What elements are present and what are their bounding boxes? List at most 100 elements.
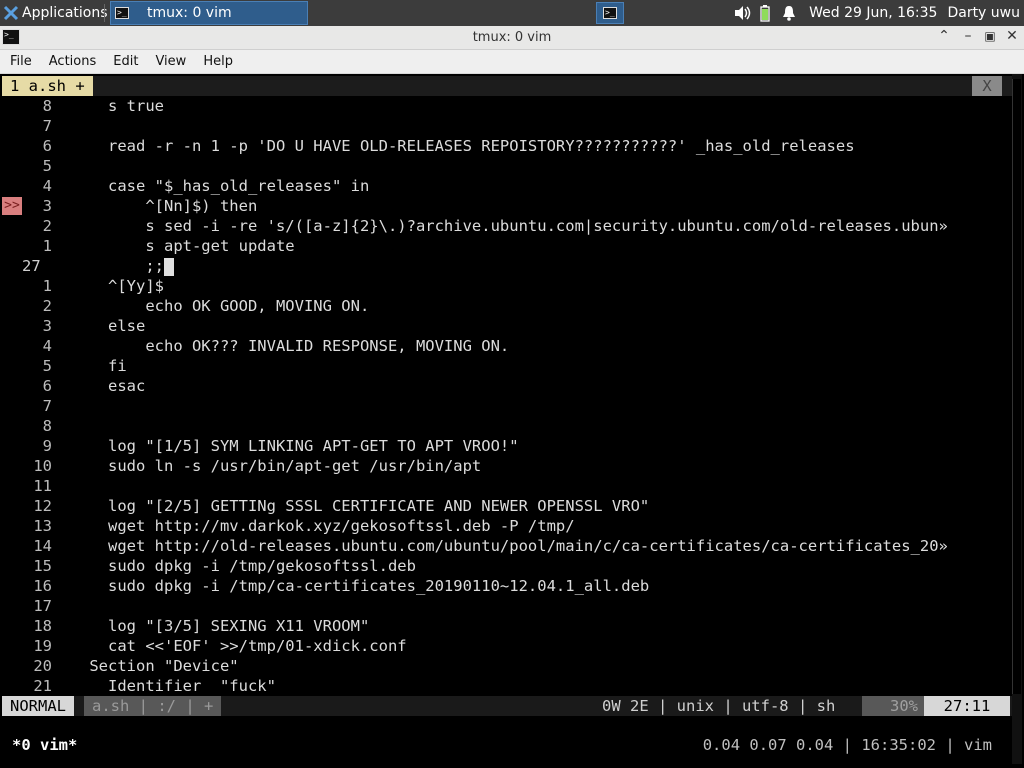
- line-number: 17: [33, 597, 52, 615]
- code-line[interactable]: 19 cat <<'EOF' >>/tmp/01-xdick.conf: [2, 636, 407, 656]
- minimize-button[interactable]: –: [958, 28, 978, 44]
- line-number: 7: [42, 117, 52, 135]
- applications-menu[interactable]: Applications: [0, 0, 108, 26]
- vim-filename: a.sh | :/ | +: [84, 696, 222, 716]
- line-text: echo OK??? INVALID RESPONSE, MOVING ON.: [52, 337, 510, 355]
- line-text: else: [52, 317, 146, 335]
- user-menu[interactable]: Darty uwu: [947, 5, 1020, 21]
- code-line[interactable]: 10 sudo ln -s /usr/bin/apt-get /usr/bin/…: [2, 456, 481, 476]
- code-line[interactable]: 6 read -r -n 1 -p 'DO U HAVE OLD-RELEASE…: [2, 136, 855, 156]
- code-line[interactable]: 8 s true: [2, 96, 164, 116]
- window-title: tmux: 0 vim: [472, 30, 552, 45]
- code-line[interactable]: 27 ;;: [2, 256, 174, 276]
- menu-help[interactable]: Help: [193, 54, 240, 69]
- line-number: 2: [42, 297, 52, 315]
- menu-actions[interactable]: Actions: [39, 54, 104, 69]
- terminal-scrollbar[interactable]: [1012, 74, 1022, 764]
- line-text: ^[Nn]$) then: [52, 197, 258, 215]
- code-line[interactable]: 11: [2, 476, 71, 496]
- line-number: 5: [42, 357, 52, 375]
- code-line[interactable]: 2 echo OK GOOD, MOVING ON.: [2, 296, 370, 316]
- text-cursor: [163, 257, 174, 276]
- clock[interactable]: Wed 29 Jun, 16:35: [809, 5, 937, 21]
- vim-tabline: 1 a.sh + X: [2, 76, 1022, 96]
- line-text: ;;: [52, 257, 164, 275]
- code-line[interactable]: 21 Identifier "fuck": [2, 676, 276, 696]
- vim-scroll-percent: 30%: [862, 696, 924, 716]
- line-number: 18: [33, 617, 52, 635]
- vim-mode: NORMAL: [2, 696, 74, 716]
- vim-tab-active[interactable]: 1 a.sh +: [2, 76, 93, 96]
- line-text: [52, 397, 71, 415]
- code-line[interactable]: 1 ^[Yy]$: [2, 276, 164, 296]
- code-line[interactable]: 15 sudo dpkg -i /tmp/gekosoftssl.deb: [2, 556, 416, 576]
- vim-file-info: 0W 2E | unix | utf-8 | sh: [602, 697, 836, 715]
- line-text: s apt-get update: [52, 237, 295, 255]
- scrollbar-thumb[interactable]: [1012, 79, 1021, 694]
- maximize-button[interactable]: ▣: [980, 29, 1000, 43]
- line-text: read -r -n 1 -p 'DO U HAVE OLD-RELEASES …: [52, 137, 855, 155]
- code-line[interactable]: 5: [2, 156, 71, 176]
- menu-view[interactable]: View: [145, 54, 193, 69]
- volume-icon[interactable]: [733, 4, 753, 22]
- menu-edit[interactable]: Edit: [103, 54, 145, 69]
- vim-tab-close-button[interactable]: X: [972, 76, 1002, 96]
- menu-file[interactable]: File: [0, 54, 39, 69]
- window-titlebar[interactable]: >_ tmux: 0 vim ⌃ – ▣ ✕: [0, 26, 1024, 50]
- code-line[interactable]: >> 3 ^[Nn]$) then: [2, 196, 257, 216]
- notification-bell-icon[interactable]: [781, 4, 797, 22]
- taskbar-item-tmux[interactable]: >_ tmux: 0 vim: [110, 1, 308, 25]
- taskbar-item-label: tmux: 0 vim: [147, 5, 232, 21]
- line-number: 15: [33, 557, 52, 575]
- line-text: log "[1/5] SYM LINKING APT-GET TO APT VR…: [52, 437, 519, 455]
- terminal-area[interactable]: 1 a.sh + X 8 s true 7 6 read -r -n 1 -p '…: [2, 74, 1022, 764]
- shade-button[interactable]: ⌃: [934, 28, 954, 44]
- line-number: 4: [42, 337, 52, 355]
- code-line[interactable]: 1 s apt-get update: [2, 236, 295, 256]
- code-line[interactable]: 9 log "[1/5] SYM LINKING APT-GET TO APT …: [2, 436, 519, 456]
- line-number: 12: [33, 497, 52, 515]
- line-text: sudo dpkg -i /tmp/ca-certificates_201901…: [52, 577, 650, 595]
- line-number: 11: [33, 477, 52, 495]
- code-line[interactable]: 8: [2, 416, 71, 436]
- code-line[interactable]: 12 log "[2/5] GETTINg SSSL CERTIFICATE A…: [2, 496, 649, 516]
- line-text: s sed -i -re 's/([a-z]{2}\.)?archive.ubu…: [52, 217, 948, 235]
- line-text: Section "Device": [52, 657, 239, 675]
- tmux-statusbar: *0 vim* 0.04 0.07 0.04 | 16:35:02 | vim: [2, 736, 1022, 756]
- error-sign-marker: >>: [2, 197, 22, 215]
- code-line[interactable]: 4 case "$_has_old_releases" in: [2, 176, 370, 196]
- code-line[interactable]: 5 fi: [2, 356, 127, 376]
- line-number: 4: [42, 177, 52, 195]
- code-line[interactable]: 18 log "[3/5] SEXING X11 VROOM": [2, 616, 369, 636]
- battery-icon[interactable]: [759, 4, 771, 22]
- line-text: cat <<'EOF' >>/tmp/01-xdick.conf: [52, 637, 407, 655]
- line-text: [52, 477, 71, 495]
- line-number: 1: [42, 237, 52, 255]
- line-number: 2: [42, 217, 52, 235]
- workspace-terminal-button[interactable]: >_: [596, 2, 624, 24]
- code-line[interactable]: 7: [2, 396, 71, 416]
- line-number: 3: [42, 317, 52, 335]
- line-number: 8: [42, 97, 52, 115]
- code-line[interactable]: 20 Section "Device": [2, 656, 239, 676]
- code-line[interactable]: 16 sudo dpkg -i /tmp/ca-certificates_201…: [2, 576, 649, 596]
- tmux-status-right: 0.04 0.07 0.04 | 16:35:02 | vim: [702, 736, 992, 754]
- xfce-logo-icon: [3, 5, 19, 21]
- line-text: Identifier "fuck": [52, 677, 276, 695]
- code-line[interactable]: 3 else: [2, 316, 146, 336]
- line-text: ^[Yy]$: [52, 277, 164, 295]
- line-text: log "[3/5] SEXING X11 VROOM": [52, 617, 370, 635]
- line-text: case "$_has_old_releases" in: [52, 177, 370, 195]
- code-line[interactable]: 13 wget http://mv.darkok.xyz/gekosoftssl…: [2, 516, 574, 536]
- code-line[interactable]: 2 s sed -i -re 's/([a-z]{2}\.)?archive.u…: [2, 216, 948, 236]
- code-line[interactable]: 6 esac: [2, 376, 146, 396]
- code-line[interactable]: 14 wget http://old-releases.ubuntu.com/u…: [2, 536, 948, 556]
- close-button[interactable]: ✕: [1002, 28, 1022, 44]
- code-line[interactable]: 4 echo OK??? INVALID RESPONSE, MOVING ON…: [2, 336, 510, 356]
- tmux-window-label[interactable]: *0 vim*: [12, 736, 77, 754]
- code-line[interactable]: 7: [2, 116, 71, 136]
- code-line[interactable]: 17: [2, 596, 71, 616]
- top-panel: Applications >_ tmux: 0 vim >_ Wed 29 Ju…: [0, 0, 1024, 26]
- menubar: File Actions Edit View Help: [0, 50, 1024, 74]
- line-text: fi: [52, 357, 127, 375]
